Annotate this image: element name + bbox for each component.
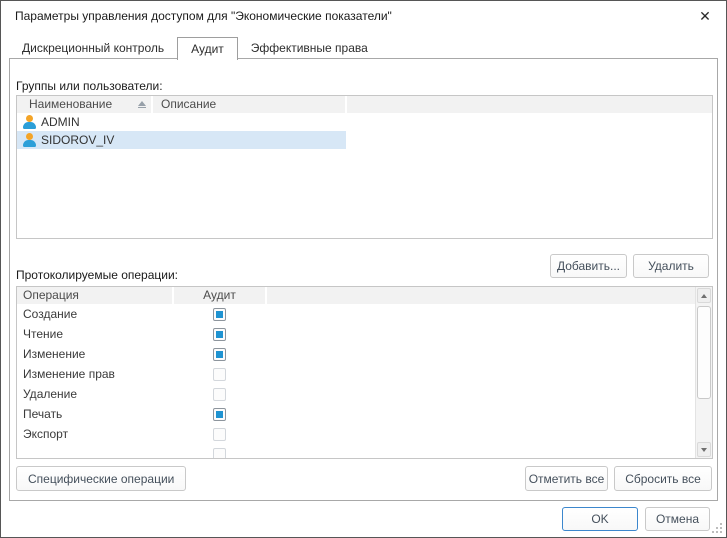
groups-users-header: Наименование Описание <box>17 96 712 113</box>
user-name: SIDOROV_IV <box>41 133 114 147</box>
operation-row[interactable]: Изменение <box>17 344 695 364</box>
vertical-scrollbar[interactable] <box>695 287 712 458</box>
groups-users-label: Группы или пользователи: <box>16 79 163 93</box>
user-icon <box>22 115 37 130</box>
operation-name: Удаление <box>23 387 174 401</box>
tab-audit[interactable]: Аудит <box>177 37 238 60</box>
remove-button[interactable]: Удалить <box>633 254 709 278</box>
operations-header: Операция Аудит <box>17 287 695 304</box>
ok-button[interactable]: OK <box>562 507 638 531</box>
column-header-filler <box>267 287 695 304</box>
operation-name: Экспорт <box>23 427 174 441</box>
dialog-title: Параметры управления доступом для "Эконо… <box>15 9 392 23</box>
operation-name: Создание <box>23 307 174 321</box>
operations-rows: Создание Чтение Изменение Изменение прав Уда… <box>17 304 695 458</box>
specific-operations-button[interactable]: Специфические операции <box>16 466 186 491</box>
close-icon: ✕ <box>699 8 711 25</box>
operation-row[interactable]: Чтение <box>17 324 695 344</box>
user-name: ADMIN <box>41 115 80 129</box>
column-header-name[interactable]: Наименование <box>17 96 151 113</box>
tab-effective-rights[interactable]: Эффективные права <box>238 37 381 59</box>
close-button[interactable]: ✕ <box>690 4 720 28</box>
resize-grip[interactable] <box>712 523 723 534</box>
operation-row[interactable] <box>17 444 695 458</box>
operation-name: Изменение прав <box>23 367 174 381</box>
cancel-button[interactable]: Отмена <box>645 507 710 531</box>
scrollbar-track[interactable] <box>696 304 712 441</box>
check-all-button[interactable]: Отметить все <box>525 466 608 491</box>
user-icon <box>22 133 37 148</box>
groups-users-rows: ADMIN SIDOROV_IV <box>17 113 712 149</box>
user-row[interactable]: ADMIN <box>17 113 712 131</box>
groups-users-list[interactable]: Наименование Описание ADMIN SIDOROV_IV <box>16 95 713 239</box>
add-button[interactable]: Добавить... <box>550 254 627 278</box>
audit-checkbox[interactable] <box>213 368 226 381</box>
operation-row[interactable]: Экспорт <box>17 424 695 444</box>
scroll-up-button[interactable] <box>697 288 711 303</box>
logged-operations-label: Протоколируемые операции: <box>16 268 178 282</box>
scroll-down-button[interactable] <box>697 442 711 457</box>
sort-ascending-icon <box>138 101 146 108</box>
scrollbar-thumb[interactable] <box>697 306 711 399</box>
operation-row[interactable]: Печать <box>17 404 695 424</box>
column-header-name-label: Наименование <box>29 96 112 113</box>
operations-list[interactable]: Операция Аудит Создание Чтение Изменение Из… <box>16 286 713 459</box>
audit-cell <box>174 308 265 321</box>
audit-checkbox[interactable] <box>213 328 226 341</box>
audit-checkbox[interactable] <box>213 428 226 441</box>
audit-checkbox[interactable] <box>213 348 226 361</box>
audit-checkbox[interactable] <box>213 308 226 321</box>
tab-discretionary-control[interactable]: Дискреционный контроль <box>9 37 177 59</box>
audit-cell <box>174 388 265 401</box>
audit-cell <box>174 448 265 459</box>
scroll-up-icon <box>701 294 707 298</box>
operation-row[interactable]: Создание <box>17 304 695 324</box>
operation-row[interactable]: Удаление <box>17 384 695 404</box>
scroll-down-icon <box>701 448 707 452</box>
operation-name: Изменение <box>23 347 174 361</box>
title-bar: Параметры управления доступом для "Эконо… <box>1 1 726 31</box>
user-row[interactable]: SIDOROV_IV <box>17 131 712 149</box>
dialog-window: Параметры управления доступом для "Эконо… <box>0 0 727 538</box>
operation-name: Чтение <box>23 327 174 341</box>
audit-cell <box>174 428 265 441</box>
audit-checkbox[interactable] <box>213 448 226 459</box>
tab-bar: Дискреционный контроль Аудит Эффективные… <box>9 36 381 59</box>
audit-checkbox[interactable] <box>213 408 226 421</box>
column-header-filler <box>347 96 712 113</box>
audit-checkbox[interactable] <box>213 388 226 401</box>
uncheck-all-button[interactable]: Сбросить все <box>614 466 712 491</box>
column-header-description[interactable]: Описание <box>153 96 345 113</box>
audit-cell <box>174 328 265 341</box>
audit-tab-content: Группы или пользователи: Наименование Оп… <box>9 58 718 501</box>
column-header-operation[interactable]: Операция <box>17 287 172 304</box>
audit-cell <box>174 368 265 381</box>
operation-row[interactable]: Изменение прав <box>17 364 695 384</box>
column-header-audit[interactable]: Аудит <box>174 287 265 304</box>
audit-cell <box>174 348 265 361</box>
audit-cell <box>174 408 265 421</box>
operation-name: Печать <box>23 407 174 421</box>
